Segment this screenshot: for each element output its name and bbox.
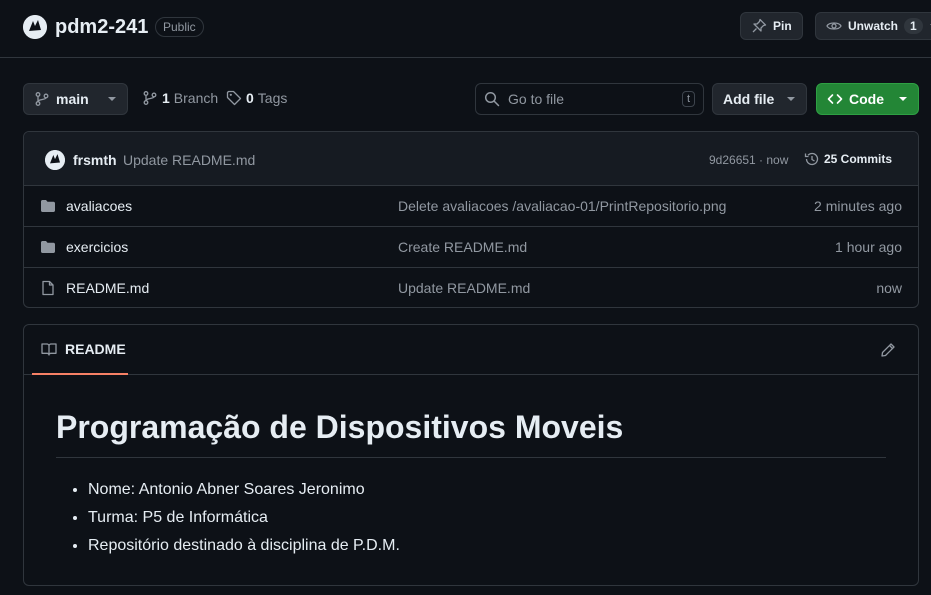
search-shortcut-key: t (681, 91, 695, 107)
file-row[interactable]: avaliacoes Delete avaliacoes /avaliacao-… (24, 186, 918, 227)
owner-avatar[interactable] (23, 15, 47, 39)
code-label: Code (849, 91, 884, 107)
chevron-down-icon (107, 94, 117, 104)
commit-author[interactable]: frsmth (73, 152, 117, 168)
file-commit-message[interactable]: Update README.md (398, 280, 530, 296)
chevron-down-icon (898, 94, 908, 104)
search-placeholder: Go to file (508, 91, 565, 107)
branch-name: main (56, 91, 89, 107)
watch-count: 1 (904, 18, 923, 34)
visibility-badge: Public (155, 17, 204, 37)
commits-count-label: 25 Commits (824, 152, 893, 166)
chevron-down-icon (786, 94, 796, 104)
repo-name[interactable]: pdm2-241 (55, 15, 148, 39)
tab-readme[interactable]: README (32, 325, 128, 375)
search-icon (484, 91, 500, 107)
unwatch-label: Unwatch (848, 19, 899, 33)
tag-count: 0 (246, 90, 254, 106)
readme-title: Programação de Dispositivos Moveis (56, 407, 886, 458)
branch-label: Branch (173, 90, 219, 106)
readme-list: Nome: Antonio Abner Soares Jeronimo Turm… (56, 476, 886, 560)
git-branch-icon (142, 90, 158, 106)
file-name[interactable]: README.md (66, 280, 149, 296)
unwatch-button[interactable]: Unwatch 1 (815, 12, 931, 40)
file-name[interactable]: avaliacoes (66, 198, 132, 214)
file-commit-message[interactable]: Delete avaliacoes /avaliacao-01/PrintRep… (398, 198, 726, 214)
file-commit-time: 2 minutes ago (814, 198, 902, 214)
list-item: Turma: P5 de Informática (88, 504, 886, 532)
readme-panel: README Programação de Dispositivos Movei… (23, 324, 919, 586)
readme-tabbar: README (24, 325, 918, 375)
folder-icon (40, 198, 56, 214)
pencil-icon[interactable] (880, 342, 896, 358)
file-row[interactable]: README.md Update README.md now (24, 268, 918, 307)
latest-commit-bar: frsmth Update README.md 9d26651 · now 25… (24, 132, 918, 186)
code-icon (827, 91, 843, 107)
commit-author-avatar[interactable] (45, 150, 65, 170)
commit-hash[interactable]: 9d26651 · now (709, 153, 788, 167)
tags-link[interactable]: 0 Tags (226, 90, 287, 106)
readme-tab-label: README (65, 341, 126, 357)
file-name[interactable]: exercicios (66, 239, 128, 255)
file-icon (40, 280, 56, 296)
list-item: Repositório destinado à disciplina de P.… (88, 532, 886, 560)
readme-content: Programação de Dispositivos Moveis Nome:… (56, 407, 886, 560)
commits-history-link[interactable]: 25 Commits (804, 151, 892, 167)
folder-icon (40, 239, 56, 255)
tag-icon (226, 90, 242, 106)
file-commit-message[interactable]: Create README.md (398, 239, 527, 255)
branch-count: 1 (162, 90, 170, 106)
branch-selector[interactable]: main (23, 83, 128, 115)
git-branch-icon (34, 91, 50, 107)
add-file-label: Add file (723, 91, 775, 107)
commit-message[interactable]: Update README.md (123, 152, 255, 168)
code-button[interactable]: Code (816, 83, 919, 115)
go-to-file-search[interactable]: Go to file t (475, 83, 704, 115)
history-icon (804, 151, 820, 167)
book-icon (41, 341, 57, 357)
file-browser: frsmth Update README.md 9d26651 · now 25… (23, 131, 919, 308)
list-item: Nome: Antonio Abner Soares Jeronimo (88, 476, 886, 504)
file-commit-time: 1 hour ago (835, 239, 902, 255)
pin-label: Pin (773, 19, 792, 33)
repo-header: pdm2-241 Public Pin Unwatch 1 (0, 0, 931, 58)
pin-button[interactable]: Pin (740, 12, 803, 40)
branches-link[interactable]: 1 Branch (142, 90, 218, 106)
tag-label: Tags (257, 90, 288, 106)
add-file-button[interactable]: Add file (712, 83, 807, 115)
file-row[interactable]: exercicios Create README.md 1 hour ago (24, 227, 918, 268)
file-commit-time: now (876, 280, 902, 296)
pin-icon (751, 18, 767, 34)
eye-icon (826, 18, 842, 34)
